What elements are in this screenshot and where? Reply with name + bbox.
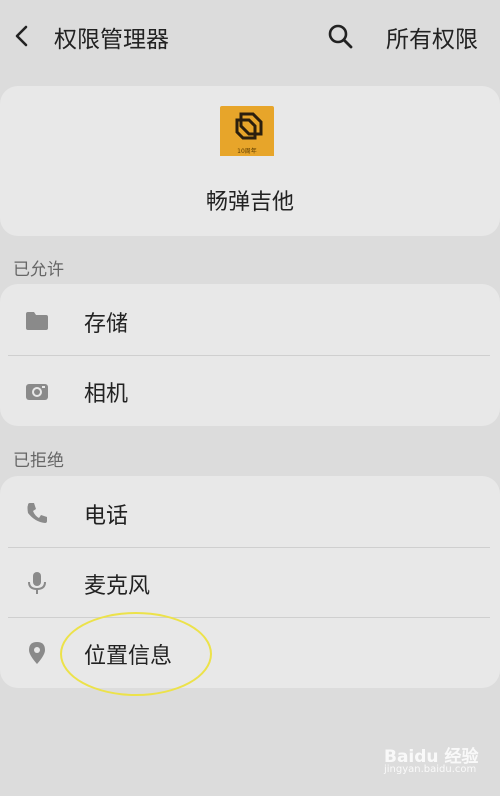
allowed-permissions-group: 存储 相机	[0, 284, 500, 426]
page-title: 权限管理器	[54, 27, 169, 53]
microphone-icon	[28, 572, 46, 594]
permission-row-microphone[interactable]: 麦克风	[0, 548, 500, 618]
back-button[interactable]	[8, 20, 36, 52]
watermark: Baidu 经验 jingyan.baidu.com	[384, 742, 494, 782]
annotation-ellipse	[60, 612, 212, 696]
app-info-card: 10周年 畅弹吉他	[0, 86, 500, 236]
permission-row-phone[interactable]: 电话	[0, 478, 500, 548]
denied-section-title: 已拒绝	[13, 451, 64, 471]
app-logo: 10周年	[220, 106, 274, 156]
permission-label: 麦克风	[84, 574, 151, 599]
phone-icon	[27, 503, 47, 523]
permission-label: 存储	[84, 312, 129, 337]
location-pin-icon	[29, 642, 45, 664]
all-permissions-button[interactable]: 所有权限	[386, 20, 478, 54]
app-name: 畅弹吉他	[205, 190, 294, 215]
camera-icon	[26, 384, 48, 400]
app-logo-mark-icon	[235, 112, 263, 140]
search-button[interactable]	[326, 22, 354, 50]
permission-label: 电话	[84, 504, 129, 529]
permission-row-camera[interactable]: 相机	[0, 356, 500, 426]
watermark-sub: jingyan.baidu.com	[384, 764, 477, 775]
permission-label: 相机	[84, 382, 129, 407]
permission-row-storage[interactable]: 存储	[0, 286, 500, 356]
folder-icon	[26, 312, 48, 330]
chevron-left-icon	[15, 25, 28, 47]
logo-badge-text: 10周年	[237, 148, 257, 155]
search-icon	[328, 24, 353, 49]
allowed-section-title: 已允许	[13, 260, 64, 280]
top-app-bar: 权限管理器 所有权限	[0, 0, 500, 72]
